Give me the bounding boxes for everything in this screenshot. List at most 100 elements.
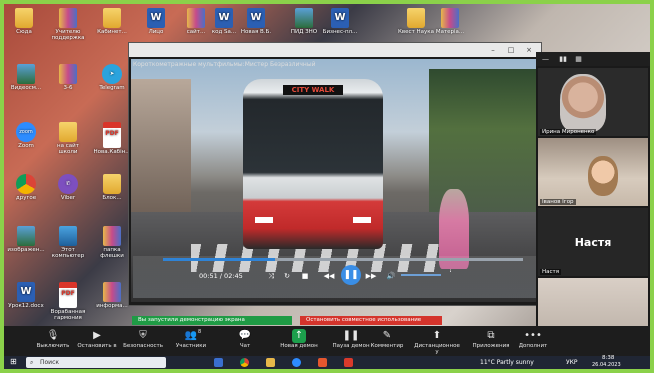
desktop-icon[interactable]: zoom Zoom	[6, 122, 46, 149]
video-title: Короткометражные мультфильмы:Мистер Безр…	[133, 61, 316, 68]
desktop-icon[interactable]: информа...	[92, 282, 132, 309]
desktop-icon-label: Учителю поддержка	[51, 29, 85, 41]
video-frame[interactable]: CITY WALK Короткометражные мультфильмы:М…	[131, 59, 539, 302]
clock-time[interactable]: 8:38	[602, 355, 614, 361]
close-button[interactable]: ×	[521, 43, 537, 57]
folder-icon	[59, 122, 77, 142]
desktop-icon-label: Zoom	[18, 143, 34, 149]
desktop-icon[interactable]: 3-6	[48, 64, 88, 91]
desktop-icon[interactable]: Кабинет...	[92, 8, 132, 35]
desktop-icon[interactable]: W Бизнес-пл...	[320, 8, 360, 35]
screenshot-frame: Сюда Учителю поддержка Кабинет... W Лицо сайт…	[0, 0, 654, 373]
desktop-icon[interactable]: Этот компьютер	[48, 226, 88, 259]
zoom-button-shield[interactable]: ⛨ Безопасность	[118, 329, 168, 349]
stop-button[interactable]: ■	[299, 270, 311, 282]
stop-share-button[interactable]: Остановить совместное использование	[300, 316, 442, 325]
desktop-icon[interactable]: на сайт школи	[48, 122, 88, 155]
zoom-button-more[interactable]: ••• Дополнит	[508, 329, 558, 349]
next-button[interactable]: ▶▶	[365, 270, 377, 282]
desktop-icon[interactable]: Блок...	[92, 174, 132, 201]
participant-tile[interactable]: Ирина Мироненко	[538, 68, 648, 136]
zoom-button-share[interactable]: ↑ Новая демон	[274, 329, 324, 349]
desktop-icon[interactable]: Матеріа...	[430, 8, 470, 35]
participant-tile[interactable]: Настя Настя	[538, 208, 648, 276]
chrome-icon[interactable]	[240, 358, 249, 367]
bus-headlights	[255, 217, 371, 223]
zoom-icon[interactable]	[292, 358, 301, 367]
word-icon: W	[331, 8, 349, 28]
volume-icon[interactable]: 🔊	[385, 270, 397, 282]
desktop-icon[interactable]: Сюда	[4, 8, 44, 35]
gallery-icon[interactable]: ▮▮	[559, 55, 567, 63]
remote-control-icon: ⬆	[432, 330, 442, 341]
minimize-button[interactable]: –	[485, 43, 501, 57]
zoom-button-microphone[interactable]: 🎙 Выключить	[28, 329, 78, 349]
desktop-icon[interactable]: W Урок12.docx	[6, 282, 46, 309]
desktop-icon[interactable]: ➤ Telegram	[92, 64, 132, 91]
grid-icon[interactable]: ▦	[575, 55, 582, 63]
desktop-icon-label: Viber	[60, 195, 76, 201]
zoom-button-remote-control[interactable]: ⬆ Дистанционное у	[412, 329, 462, 355]
desktop-icon[interactable]: W Новая В.Б.	[236, 8, 276, 35]
shuffle-icon[interactable]: ⤨	[265, 270, 277, 282]
player-titlebar[interactable]: – □ ×	[129, 43, 541, 57]
desktop-icon[interactable]: ✆ Viber	[48, 174, 88, 201]
zip-icon	[59, 64, 77, 84]
pdf-icon: PDF	[59, 282, 77, 308]
word-icon: W	[215, 8, 233, 28]
windows-taskbar: ⊞ ⌕ Поиск 11°C Partly sunny УКР 8:38 26.…	[4, 355, 650, 369]
tg-icon: ➤	[102, 64, 122, 84]
zoom-button-participants[interactable]: 👥 Участники 8	[166, 329, 216, 349]
desktop-icon[interactable]: W Лицо	[136, 8, 176, 35]
participant-name: Настя	[540, 269, 562, 275]
participants-icon: 👥	[184, 330, 198, 341]
volume-slider[interactable]	[401, 274, 441, 276]
chrome-icon	[16, 174, 36, 194]
zoom-button-pen[interactable]: ✎ Комментир	[362, 329, 412, 349]
participant-video	[560, 74, 606, 132]
zip-icon	[103, 226, 121, 246]
language-indicator[interactable]: УКР	[566, 359, 578, 366]
desktop-icon-label: Нова.Кабін...	[93, 149, 131, 155]
maximize-button[interactable]: □	[503, 43, 519, 57]
video-player-window[interactable]: – □ × CITY WALK Короткометражные мультфи…	[128, 42, 542, 306]
chat-icon: 💬	[238, 330, 252, 341]
mail-icon[interactable]	[214, 358, 223, 367]
seek-bar-fill	[163, 258, 275, 261]
desktop-icon[interactable]: другое	[6, 174, 46, 201]
taskbar-search[interactable]: ⌕ Поиск	[26, 357, 166, 368]
participant-name: Іванов Ігор	[540, 199, 576, 205]
desktop-icon[interactable]: ПИД ЗНО	[284, 8, 324, 35]
clock-date[interactable]: 26.04.2023	[592, 362, 621, 368]
minimize-icon[interactable]: —	[542, 55, 549, 63]
pause-button[interactable]: ❚❚	[341, 265, 361, 285]
media-player-icon[interactable]	[318, 358, 327, 367]
repeat-icon[interactable]: ↻	[281, 270, 293, 282]
weather-text[interactable]: 11°C Partly sunny	[480, 359, 534, 366]
desktop-icon-label: Лицо	[148, 29, 164, 35]
zoom-button-label: Комментир	[370, 343, 404, 349]
desktop-icon-label: ПИД ЗНО	[290, 29, 318, 35]
seek-bar[interactable]	[163, 258, 523, 261]
zoom-button-camera[interactable]: ▶ Остановить в	[72, 329, 122, 349]
file-explorer-icon[interactable]	[266, 358, 275, 367]
desktop-icon-label: Видеосм...	[10, 85, 42, 91]
desktop-icon-label: папка флешки	[100, 247, 124, 259]
zoom-button-chat[interactable]: 💬 Чат	[220, 329, 270, 349]
desktop-icon-label: Boрабанная гармония	[50, 309, 86, 321]
search-icon: ⌕	[30, 359, 34, 366]
participant-tile[interactable]: Іванов Ігор	[538, 138, 648, 206]
folder-icon	[103, 8, 121, 28]
app-icon[interactable]	[344, 358, 353, 367]
player-controls: 00:51 / 02:45 ⤨ ↻ ■ ◀◀ ❚❚ ▶▶ 🔊	[133, 256, 539, 298]
desktop-icon[interactable]: PDF Boрабанная гармония	[48, 282, 88, 321]
desktop-icon[interactable]: папка флешки	[92, 226, 132, 259]
share-status-banner: Вы запустили демонстрацию экрана	[132, 316, 292, 325]
desktop-icon[interactable]: PDF Нова.Кабін...	[92, 122, 132, 155]
desktop-icon[interactable]: Учителю поддержка	[48, 8, 88, 41]
windows-start-icon[interactable]: ⊞	[10, 357, 17, 366]
desktop-icon[interactable]: Видеосм...	[6, 64, 46, 91]
desktop-icon[interactable]: изображен...	[6, 226, 46, 253]
participant-display-name: Настя	[574, 235, 612, 249]
previous-button[interactable]: ◀◀	[323, 270, 335, 282]
